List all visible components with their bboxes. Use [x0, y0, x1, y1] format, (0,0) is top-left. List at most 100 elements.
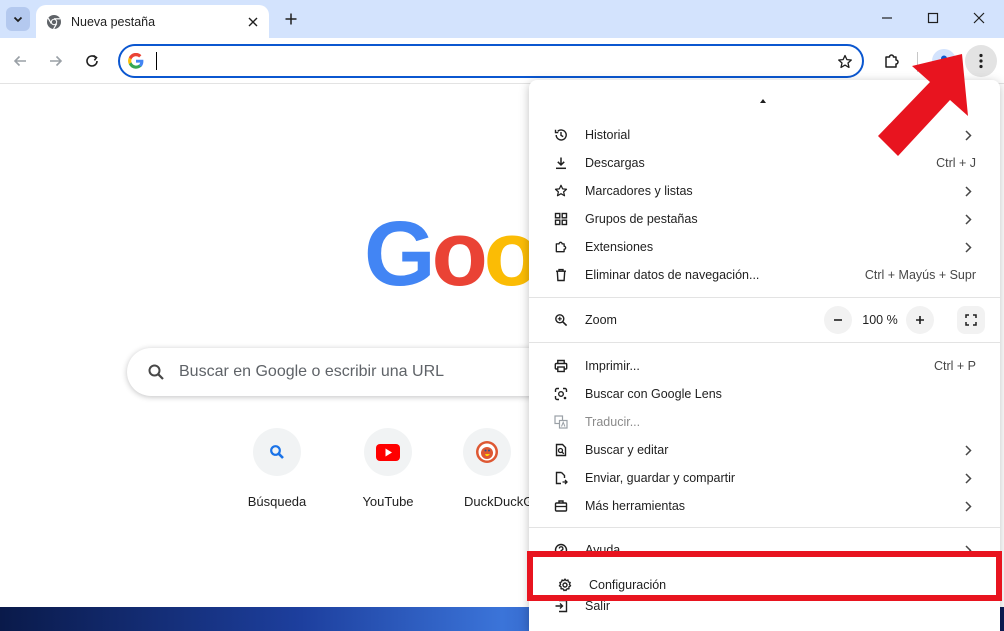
tab-title: Nueva pestaña [71, 14, 156, 29]
menu-item-eliminar-datos[interactable]: Eliminar datos de navegación... Ctrl + M… [529, 261, 1000, 289]
minimize-button[interactable] [864, 0, 910, 36]
menu-item-enviar-compartir[interactable]: Enviar, guardar y compartir [529, 464, 1000, 492]
search-placeholder: Buscar en Google o escribir una URL [179, 363, 445, 380]
print-icon [553, 358, 569, 374]
menu-item-extensiones[interactable]: Extensiones [529, 233, 1000, 261]
reload-button[interactable] [76, 45, 108, 77]
close-icon [248, 17, 258, 26]
address-input[interactable] [156, 50, 816, 72]
toolbar [0, 38, 1004, 84]
menu-item-shortcut: Ctrl + Mayús + Supr [864, 268, 976, 282]
tab-strip: Nueva pestaña [0, 0, 1004, 38]
zoom-icon [553, 312, 569, 328]
menu-item-label: Eliminar datos de navegación... [585, 268, 760, 282]
menu-item-buscar-editar[interactable]: Buscar y editar [529, 436, 1000, 464]
chevron-right-icon [962, 212, 974, 226]
tab-groups-icon [553, 211, 569, 227]
fullscreen-button[interactable] [957, 306, 985, 334]
menu-item-imprimir[interactable]: Imprimir... Ctrl + P [529, 352, 1000, 380]
menu-divider [529, 527, 1000, 528]
duckduckgo-icon [476, 441, 498, 463]
history-icon [553, 127, 569, 143]
shortcut-label: DuckDuckGo [464, 494, 529, 509]
logo-letter: o [431, 203, 488, 305]
maximize-button[interactable] [910, 0, 956, 36]
find-icon [553, 442, 569, 458]
star-icon [553, 183, 569, 199]
menu-item-mas-herramientas[interactable]: Más herramientas [529, 492, 1000, 520]
search-icon [145, 361, 167, 383]
menu-item-grupos-pestanas[interactable]: Grupos de pestañas [529, 205, 1000, 233]
menu-item-label: Más herramientas [585, 499, 686, 513]
menu-item-shortcut: Ctrl + P [933, 359, 976, 373]
arrow-right-icon [50, 55, 63, 67]
menu-item-google-lens[interactable]: Buscar con Google Lens [529, 380, 1000, 408]
menu-divider [529, 297, 1000, 298]
shortcut-duckduckgo[interactable]: DuckDuckGo [445, 428, 529, 518]
search-icon [270, 445, 284, 459]
menu-item-label: Imprimir... [585, 359, 640, 373]
menu-item-label: Extensiones [585, 240, 654, 254]
back-button[interactable] [4, 45, 36, 77]
lens-icon [553, 386, 569, 402]
chevron-down-icon [13, 16, 23, 23]
tab-close-button[interactable] [243, 12, 263, 32]
text-caret [156, 52, 157, 70]
minimize-icon [882, 17, 892, 19]
menu-item-label: Buscar con Google Lens [585, 387, 722, 401]
shortcut-busqueda[interactable]: Búsqueda [222, 428, 332, 518]
menu-divider [529, 342, 1000, 343]
shortcut-youtube[interactable]: YouTube [333, 428, 443, 518]
star-icon [838, 54, 852, 69]
youtube-icon [376, 443, 400, 461]
shortcut-label: Búsqueda [247, 494, 307, 509]
zoom-label: Zoom [585, 313, 617, 327]
arrow-left-icon [13, 55, 26, 67]
menu-item-traducir: Traducir... [529, 408, 1000, 436]
menu-caret-icon [760, 99, 766, 103]
tab-search-button[interactable] [6, 7, 30, 31]
chevron-right-icon [962, 499, 974, 513]
chrome-icon [46, 14, 62, 30]
fullscreen-icon [965, 314, 977, 326]
share-icon [553, 470, 569, 486]
logo-letter: G [364, 203, 436, 305]
highlight-box: Configuración [527, 551, 1002, 601]
gear-icon [557, 577, 573, 593]
menu-item-label: Marcadores y listas [585, 184, 693, 198]
chevron-right-icon [962, 240, 974, 254]
close-window-button[interactable] [956, 0, 1002, 36]
chevron-right-icon [962, 471, 974, 485]
chevron-right-icon [962, 443, 974, 457]
plus-icon [916, 316, 924, 324]
close-icon [973, 12, 985, 24]
reload-icon [86, 54, 98, 67]
shortcut-label: YouTube [362, 494, 414, 509]
menu-item-label: Grupos de pestañas [585, 212, 698, 226]
tab-new-tab[interactable]: Nueva pestaña [36, 5, 269, 38]
menu-item-configuracion[interactable]: Configuración [529, 571, 992, 599]
google-g-icon [128, 52, 144, 69]
menu-item-marcadores[interactable]: Marcadores y listas [529, 177, 1000, 205]
puzzle-icon [553, 239, 569, 255]
menu-item-label: Historial [585, 128, 631, 142]
menu-item-zoom: Zoom 100 % [529, 304, 1000, 336]
arrow-annotation-icon [878, 54, 968, 156]
trash-icon [553, 267, 569, 283]
forward-button[interactable] [40, 45, 72, 77]
google-logo: Goo [364, 203, 540, 305]
chevron-right-icon [962, 184, 974, 198]
menu-item-label: Buscar y editar [585, 443, 669, 457]
address-bar[interactable] [118, 44, 864, 78]
minus-icon [834, 319, 842, 321]
shortcut-icon-container [253, 428, 301, 476]
maximize-icon [927, 12, 939, 24]
zoom-value: 100 % [862, 313, 898, 327]
zoom-in-button[interactable] [906, 306, 934, 334]
zoom-out-button[interactable] [824, 306, 852, 334]
shortcut-icon-container [364, 428, 412, 476]
new-tab-button[interactable] [279, 7, 303, 31]
shortcut-icon-container [463, 428, 511, 476]
bookmark-star-button[interactable] [834, 51, 856, 73]
translate-icon [553, 414, 569, 430]
